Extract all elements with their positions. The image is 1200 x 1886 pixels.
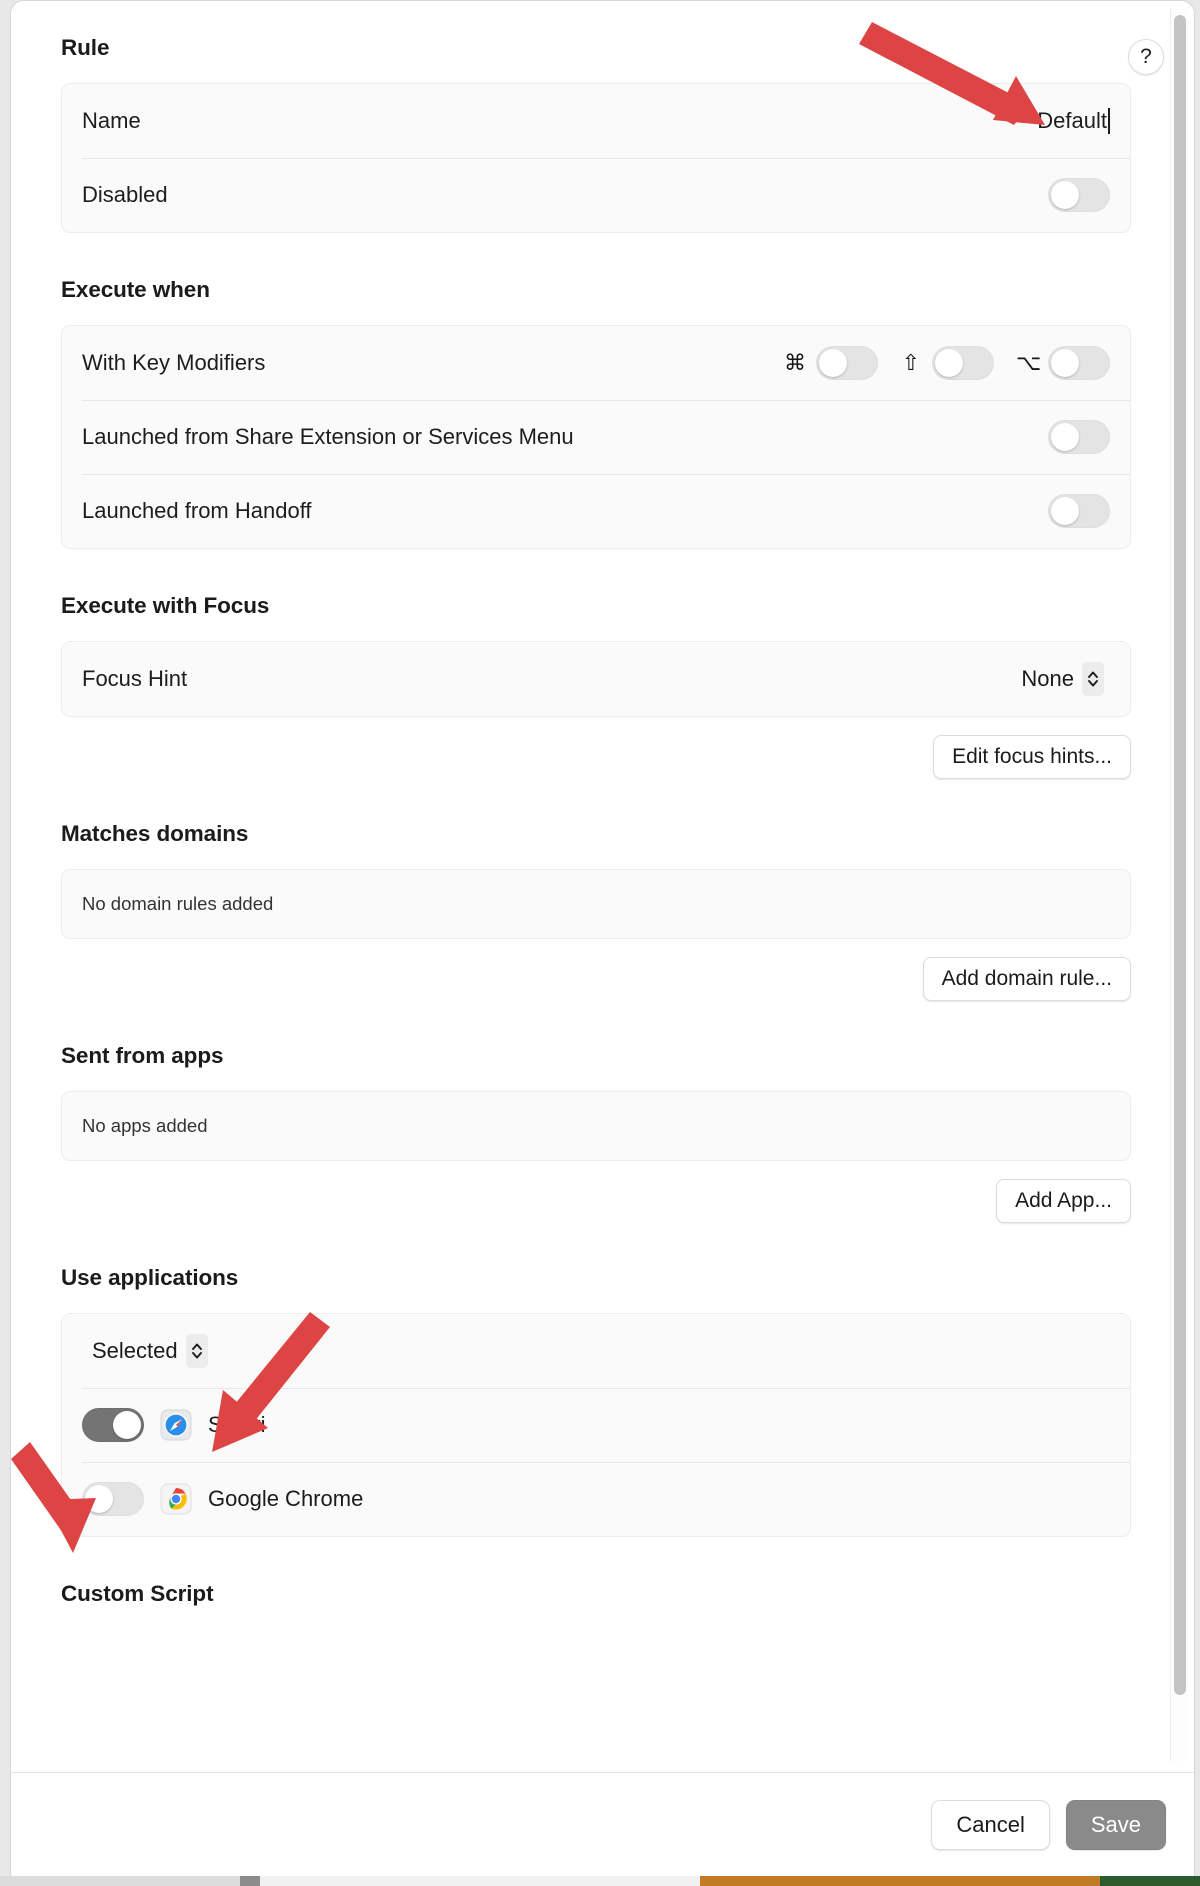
safari-toggle[interactable] — [82, 1408, 144, 1442]
row-focus-hint[interactable]: Focus Hint None — [62, 642, 1130, 716]
disabled-label: Disabled — [82, 182, 168, 207]
option-icon: ⌥ — [1016, 350, 1042, 376]
domain-rules-list: No domain rules added — [61, 869, 1131, 939]
chevron-up-down-icon — [185, 1334, 208, 1368]
row-handoff[interactable]: Launched from Handoff — [62, 474, 1130, 548]
handoff-label: Launched from Handoff — [82, 498, 312, 523]
option-toggle[interactable] — [1048, 346, 1110, 380]
use-applications-mode-value: Selected — [92, 1338, 178, 1363]
vertical-scrollbar[interactable] — [1170, 9, 1188, 1761]
chevron-up-down-icon — [1082, 662, 1104, 696]
google-chrome-toggle[interactable] — [82, 1482, 144, 1516]
section-title-execute-when: Execute when — [61, 277, 210, 302]
section-title-sent-from-apps: Sent from apps — [61, 1043, 224, 1068]
safari-app-name: Safari — [208, 1412, 266, 1437]
edit-focus-hints-button[interactable]: Edit focus hints... — [933, 735, 1131, 779]
add-domain-rule-button[interactable]: Add domain rule... — [922, 957, 1131, 1001]
section-title-use-applications: Use applications — [61, 1265, 239, 1290]
help-button[interactable]: ? — [1128, 39, 1164, 75]
settings-content: Rule Name Default Disabled Execute when … — [11, 1, 1161, 1667]
cancel-button[interactable]: Cancel — [931, 1799, 1050, 1850]
rule-editor-sheet: Rule Name Default Disabled Execute when … — [10, 0, 1195, 1876]
row-name[interactable]: Name Default — [62, 84, 1130, 158]
domain-rules-empty-text: No domain rules added — [82, 893, 274, 914]
use-applications-card: Selected Safari Google Chrome — [61, 1313, 1131, 1537]
key-modifiers-label: With Key Modifiers — [82, 350, 266, 375]
app-row-google-chrome[interactable]: Google Chrome — [62, 1462, 1130, 1536]
chrome-icon — [160, 1483, 192, 1515]
modifier-command[interactable]: ⌘ — [784, 346, 878, 380]
sent-from-apps-list: No apps added — [61, 1091, 1131, 1161]
command-toggle[interactable] — [816, 346, 878, 380]
execute-when-card: With Key Modifiers ⌘ ⇧ ⌥ Launched from S… — [61, 325, 1131, 549]
app-row-safari[interactable]: Safari — [62, 1388, 1130, 1462]
section-title-execute-with-focus: Execute with Focus — [61, 593, 270, 618]
use-applications-mode-select[interactable]: Selected — [82, 1330, 214, 1372]
scrollbar-thumb[interactable] — [1174, 15, 1186, 1695]
section-title-custom-script: Custom Script — [61, 1581, 214, 1606]
handoff-toggle[interactable] — [1048, 494, 1110, 528]
shift-toggle[interactable] — [932, 346, 994, 380]
rule-card: Name Default Disabled — [61, 83, 1131, 233]
settings-scroll-area[interactable]: Rule Name Default Disabled Execute when … — [11, 1, 1194, 1773]
key-modifier-toggles: ⌘ ⇧ ⌥ — [784, 346, 1110, 380]
safari-icon — [160, 1409, 192, 1441]
section-title-matches-domains: Matches domains — [61, 821, 249, 846]
name-label: Name — [82, 108, 141, 133]
sent-from-apps-empty-text: No apps added — [82, 1115, 208, 1136]
add-app-button[interactable]: Add App... — [996, 1179, 1131, 1223]
dialog-footer: Cancel Save — [11, 1772, 1194, 1876]
row-key-modifiers[interactable]: With Key Modifiers ⌘ ⇧ ⌥ — [62, 326, 1130, 400]
name-input[interactable]: Default — [1037, 108, 1107, 134]
modifier-option[interactable]: ⌥ — [1016, 346, 1110, 380]
focus-card: Focus Hint None — [61, 641, 1131, 717]
save-button[interactable]: Save — [1065, 1799, 1166, 1850]
row-share-extension[interactable]: Launched from Share Extension or Service… — [62, 400, 1130, 474]
modifier-shift[interactable]: ⇧ — [900, 346, 994, 380]
shift-icon: ⇧ — [901, 350, 921, 376]
focus-hint-label: Focus Hint — [82, 666, 188, 691]
text-caret — [1108, 108, 1110, 134]
focus-hint-select[interactable]: None — [1011, 658, 1110, 700]
row-disabled[interactable]: Disabled — [62, 158, 1130, 232]
share-extension-label: Launched from Share Extension or Service… — [82, 424, 574, 449]
share-extension-toggle[interactable] — [1048, 420, 1110, 454]
desktop-sliver — [0, 1876, 1200, 1886]
screen: Rule Name Default Disabled Execute when … — [0, 0, 1200, 1886]
focus-hint-value: None — [1021, 666, 1074, 691]
google-chrome-app-name: Google Chrome — [208, 1486, 364, 1511]
section-title-rule: Rule — [61, 35, 110, 60]
command-icon: ⌘ — [784, 350, 806, 376]
disabled-toggle[interactable] — [1048, 178, 1110, 212]
